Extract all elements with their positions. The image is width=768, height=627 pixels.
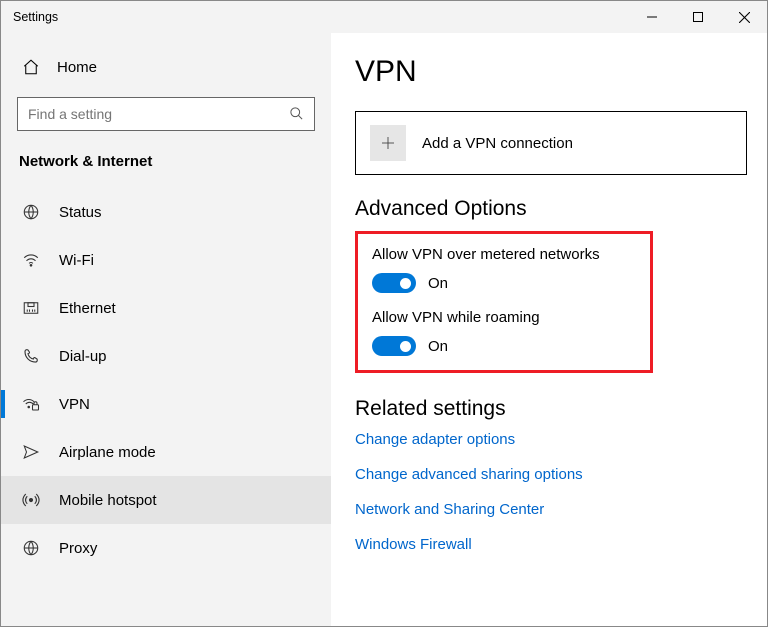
airplane-icon <box>21 442 41 462</box>
link-firewall[interactable]: Windows Firewall <box>355 536 747 553</box>
sidebar-item-status[interactable]: Status <box>1 188 331 236</box>
hotspot-icon <box>21 490 41 510</box>
search-wrap <box>17 97 315 131</box>
add-vpn-label: Add a VPN connection <box>422 135 573 152</box>
settings-window: Settings Home <box>0 0 768 627</box>
sidebar-item-hotspot[interactable]: Mobile hotspot <box>1 476 331 524</box>
sidebar-item-dialup[interactable]: Dial-up <box>1 332 331 380</box>
page-title: VPN <box>355 55 747 89</box>
home-link[interactable]: Home <box>1 47 331 87</box>
sidebar-item-label: VPN <box>59 396 90 413</box>
sidebar-item-label: Status <box>59 204 102 221</box>
sidebar-item-label: Mobile hotspot <box>59 492 157 509</box>
link-sharing-center[interactable]: Network and Sharing Center <box>355 501 747 518</box>
nav-list: Status Wi-Fi Ethernet <box>1 188 331 572</box>
window-title: Settings <box>13 10 58 24</box>
status-icon <box>21 202 41 222</box>
plus-icon <box>370 125 406 161</box>
sidebar-item-ethernet[interactable]: Ethernet <box>1 284 331 332</box>
category-heading: Network & Internet <box>1 147 331 188</box>
toggle-roaming[interactable] <box>372 336 416 356</box>
sidebar-item-label: Proxy <box>59 540 97 557</box>
toggle-roaming-group: Allow VPN while roaming On <box>372 309 636 356</box>
proxy-icon <box>21 538 41 558</box>
sidebar-item-label: Wi-Fi <box>59 252 94 269</box>
sidebar-item-label: Airplane mode <box>59 444 156 461</box>
home-label: Home <box>57 59 97 76</box>
sidebar: Home Network & Internet Status <box>1 33 331 626</box>
related-links: Change adapter options Change advanced s… <box>355 431 747 553</box>
add-vpn-connection-button[interactable]: Add a VPN connection <box>355 111 747 175</box>
sidebar-item-label: Dial-up <box>59 348 107 365</box>
close-button[interactable] <box>721 1 767 33</box>
advanced-options-heading: Advanced Options <box>355 197 747 221</box>
sidebar-item-proxy[interactable]: Proxy <box>1 524 331 572</box>
window-controls <box>629 1 767 33</box>
home-icon <box>21 57 41 77</box>
sidebar-item-airplane[interactable]: Airplane mode <box>1 428 331 476</box>
toggle-metered[interactable] <box>372 273 416 293</box>
link-sharing-options[interactable]: Change advanced sharing options <box>355 466 747 483</box>
body: Home Network & Internet Status <box>1 33 767 626</box>
toggle-roaming-label: Allow VPN while roaming <box>372 309 636 326</box>
toggle-metered-label: Allow VPN over metered networks <box>372 246 636 263</box>
ethernet-icon <box>21 298 41 318</box>
maximize-button[interactable] <box>675 1 721 33</box>
main-content: VPN Add a VPN connection Advanced Option… <box>331 33 767 626</box>
toggle-metered-group: Allow VPN over metered networks On <box>372 246 636 293</box>
toggle-roaming-state: On <box>428 338 448 355</box>
titlebar: Settings <box>1 1 767 33</box>
dialup-icon <box>21 346 41 366</box>
toggle-metered-state: On <box>428 275 448 292</box>
wifi-icon <box>21 250 41 270</box>
search-input[interactable] <box>17 97 315 131</box>
related-settings-heading: Related settings <box>355 397 747 421</box>
highlight-box: Allow VPN over metered networks On Allow… <box>355 231 653 373</box>
sidebar-item-label: Ethernet <box>59 300 116 317</box>
link-adapter-options[interactable]: Change adapter options <box>355 431 747 448</box>
vpn-icon <box>21 394 41 414</box>
minimize-button[interactable] <box>629 1 675 33</box>
sidebar-item-wifi[interactable]: Wi-Fi <box>1 236 331 284</box>
sidebar-item-vpn[interactable]: VPN <box>1 380 331 428</box>
